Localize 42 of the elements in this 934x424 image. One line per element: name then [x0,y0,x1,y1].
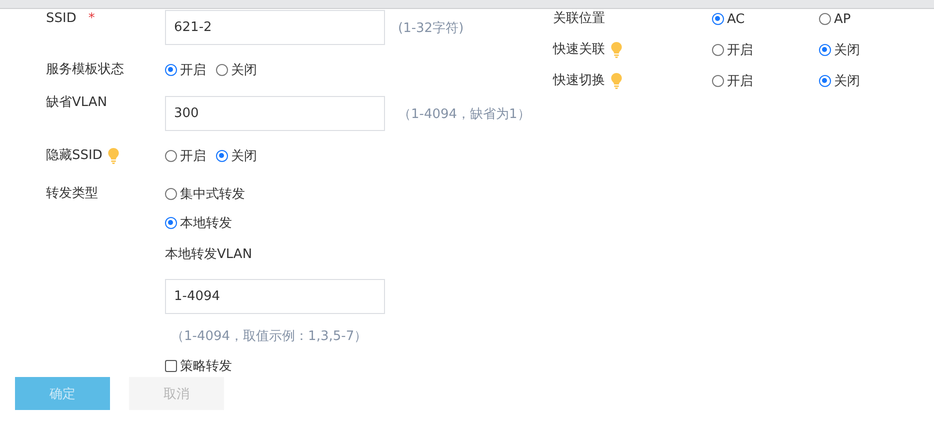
field-label: 本地转发VLAN [165,246,252,264]
field-label: 关联位置 [553,12,605,26]
radio-button[interactable] [216,150,228,162]
radio-button[interactable] [819,44,831,56]
input-field[interactable]: 621-2 [165,10,385,45]
radio-button[interactable] [165,188,177,200]
radio-label[interactable]: 关闭 [834,41,860,59]
input-field[interactable]: 1-4094 [165,279,385,314]
radio-label[interactable]: 关闭 [231,147,257,165]
required-mark: * [88,12,95,26]
radio-button[interactable] [216,64,228,76]
hint-text: （1-4094，缺省为1） [398,106,530,122]
radio-label[interactable]: 集中式转发 [180,185,245,203]
field-label: 转发类型 [46,187,98,201]
field-label: 服务模板状态 [46,63,124,77]
radio-button[interactable] [165,150,177,162]
radio-label[interactable]: 开启 [727,41,753,59]
radio-label[interactable]: 本地转发 [180,214,232,232]
checkbox[interactable] [165,360,177,372]
radio-button[interactable] [165,217,177,229]
radio-label[interactable]: AP [834,12,851,26]
radio-button[interactable] [712,44,724,56]
field-label: 快速关联 [553,43,605,57]
field-label: SSID [46,12,76,26]
radio-button[interactable] [712,75,724,87]
radio-label[interactable]: 关闭 [834,72,860,90]
field-label: 快速切换 [553,74,605,88]
checkbox-label[interactable]: 策略转发 [180,357,232,375]
input-field[interactable]: 300 [165,96,385,131]
hint-text: (1-32字符) [398,20,464,36]
radio-button[interactable] [712,13,724,25]
radio-label[interactable]: 开启 [180,147,206,165]
field-label: 缺省VLAN [46,96,108,110]
hint-text: （1-4094，取值示例：1,3,5-7） [171,328,368,346]
radio-button[interactable] [819,75,831,87]
radio-label[interactable]: AC [727,12,745,26]
field-label: 隐藏SSID [46,149,102,163]
radio-label[interactable]: 开启 [180,61,206,79]
radio-button[interactable] [165,64,177,76]
radio-button[interactable] [819,13,831,25]
radio-label[interactable]: 关闭 [231,61,257,79]
radio-label[interactable]: 开启 [727,72,753,90]
